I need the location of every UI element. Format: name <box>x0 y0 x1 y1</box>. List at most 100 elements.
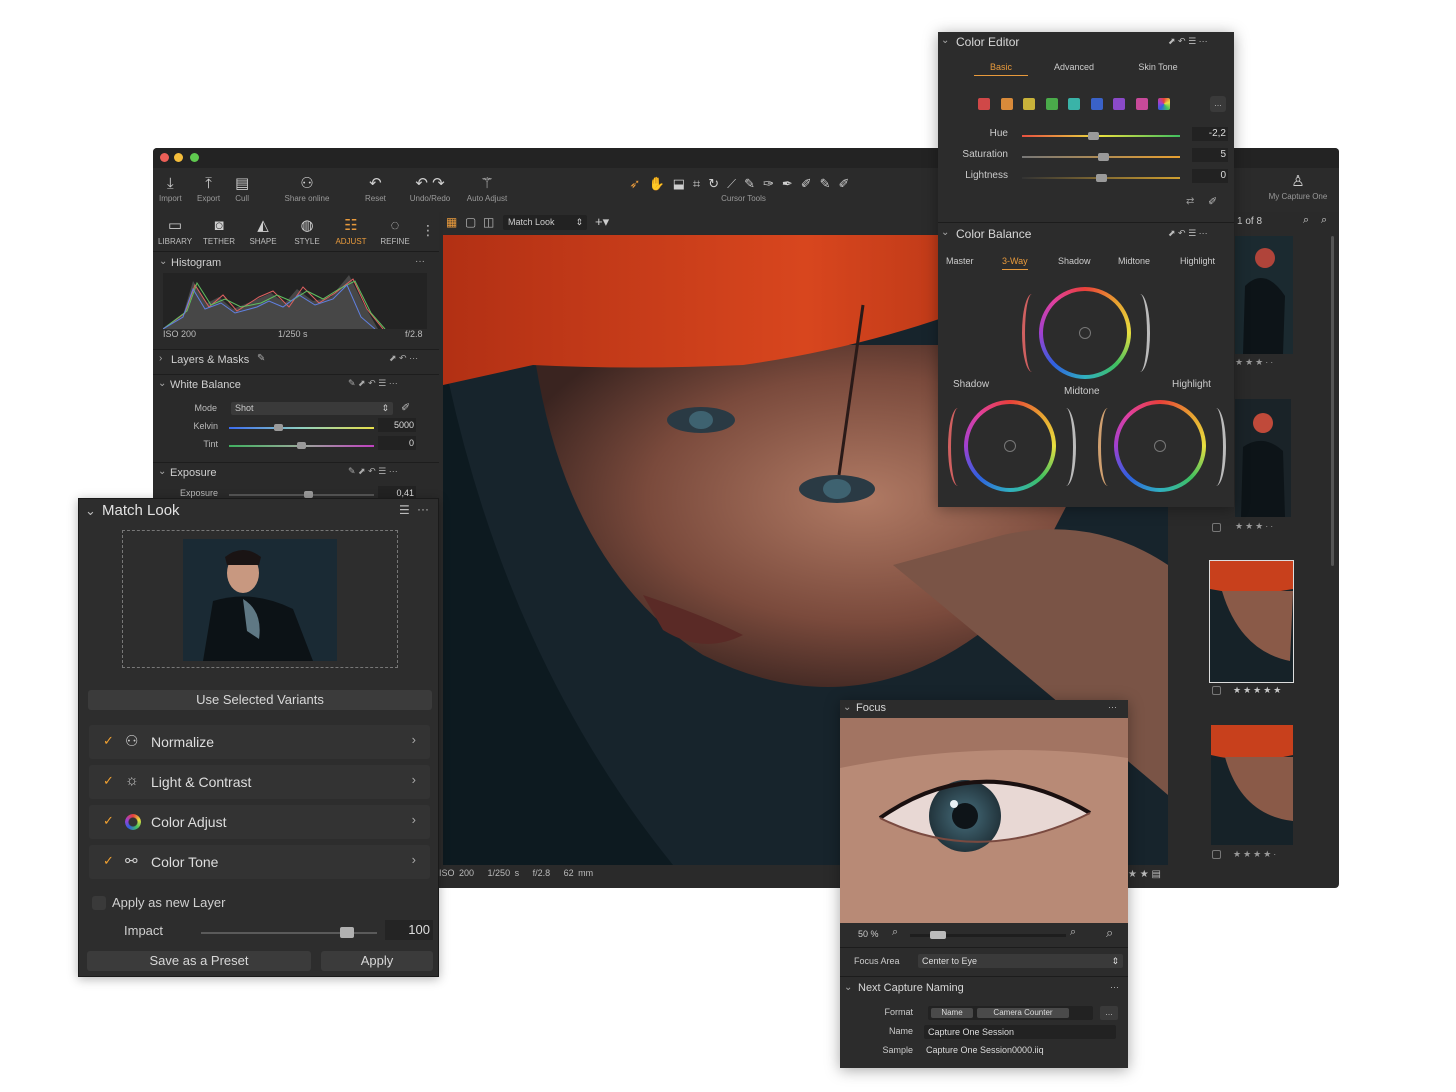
undo-redo-button[interactable]: ↶ ↷ Undo/Redo <box>405 174 455 203</box>
thumbnail-3-checkbox[interactable] <box>1212 686 1221 695</box>
auto-adjust-button[interactable]: ⚚ Auto Adjust <box>461 174 513 203</box>
thumbnail-4-rating[interactable]: ★★★★· <box>1233 849 1278 860</box>
white-balance-header[interactable]: ⌄ White Balance ✎ ⬈ ↶ ☰ ··· <box>153 374 439 394</box>
zoom-in-icon[interactable]: ⌕ <box>1070 926 1076 939</box>
shadow-arc-left[interactable] <box>948 408 968 486</box>
import-button[interactable]: ⤓ Import <box>159 174 182 203</box>
thumbnail-4[interactable] <box>1211 725 1293 845</box>
more-icon[interactable]: ··· <box>1108 702 1117 712</box>
midtone-arc-right[interactable] <box>1130 294 1150 372</box>
more-icon[interactable]: ··· <box>1110 982 1119 992</box>
kelvin-slider[interactable] <box>229 424 374 431</box>
save-preset-button[interactable]: Save as a Preset <box>87 951 311 971</box>
grid-view-icon[interactable]: ▦ <box>446 215 457 229</box>
saturation-slider[interactable] <box>1022 153 1180 161</box>
cursor-tools[interactable]: ➶✋⬓⌗↻⟋✎✑✒✐✎✐ Cursor Tools <box>571 174 916 203</box>
tab-library[interactable]: ▭ LIBRARY <box>153 215 197 246</box>
histogram-header[interactable]: ⌄ Histogram ··· <box>153 253 439 273</box>
picker-icon[interactable]: ✐ <box>401 401 410 414</box>
color-swatch-5[interactable] <box>1068 98 1080 110</box>
tint-slider[interactable] <box>229 442 374 449</box>
exposure-header[interactable]: ⌄ Exposure ✎ ⬈ ↶ ☰ ··· <box>153 462 439 482</box>
more-icon[interactable]: ··· <box>415 256 425 267</box>
lightness-value[interactable]: 0 <box>1192 169 1228 183</box>
shadow-wheel[interactable] <box>964 400 1056 492</box>
panel-actions-icon[interactable]: ✎ ⬈ ↶ ☰ ··· <box>348 466 398 477</box>
normalize-row[interactable]: ✓ ⚇ Normalize › <box>89 725 430 759</box>
brush-icon[interactable]: ✎ <box>257 353 265 364</box>
color-swatch-1[interactable] <box>978 98 990 110</box>
thumbnail-1-rating[interactable]: ★★★·· <box>1235 357 1275 368</box>
thumbnail-3-rating[interactable]: ★★★★★ <box>1233 685 1283 696</box>
apply-layer-checkbox[interactable] <box>92 896 106 910</box>
wb-mode-select[interactable]: Shot ⇕ <box>231 402 393 415</box>
shadow-handle[interactable] <box>1004 440 1016 452</box>
lightness-knob[interactable] <box>1095 174 1107 182</box>
thumbnail-4-checkbox[interactable] <box>1212 850 1221 859</box>
match-look-select[interactable]: Match Look ⇕ <box>503 215 587 230</box>
chevron-down-icon[interactable]: ⌄ <box>941 227 949 238</box>
tint-knob[interactable] <box>297 442 306 449</box>
hue-knob[interactable] <box>1088 132 1100 140</box>
format-token-name[interactable]: Name <box>931 1008 973 1018</box>
search-icon[interactable]: ⌕ <box>1303 214 1309 227</box>
chevron-down-icon[interactable]: ⌄ <box>85 503 96 519</box>
color-adjust-row[interactable]: ✓ Color Adjust › <box>89 805 430 839</box>
tab-advanced[interactable]: Advanced <box>1046 62 1102 72</box>
highlight-handle[interactable] <box>1154 440 1166 452</box>
user-button[interactable]: ♙ My Capture One <box>1263 172 1333 201</box>
tab-tether[interactable]: ◙ TETHER <box>197 215 241 246</box>
hue-value[interactable]: -2,2 <box>1192 127 1228 141</box>
apply-button[interactable]: Apply <box>321 951 433 971</box>
midtone-arc-left[interactable] <box>1022 294 1042 372</box>
share-online-button[interactable]: ⚇ Share online <box>281 174 333 203</box>
color-swatch-3[interactable] <box>1023 98 1035 110</box>
more-icon[interactable]: ··· <box>417 502 429 516</box>
reset-button[interactable]: ↶ Reset <box>365 174 386 203</box>
cull-button[interactable]: ▤ Cull <box>235 174 249 203</box>
kelvin-value[interactable]: 5000 <box>378 418 416 432</box>
color-tone-row[interactable]: ✓ ⚯ Color Tone › <box>89 845 430 879</box>
tab-highlight[interactable]: Highlight <box>1180 256 1215 266</box>
picker-icon[interactable]: ✐ <box>1208 195 1217 208</box>
midtone-wheel[interactable] <box>1039 287 1131 379</box>
chevron-down-icon[interactable]: ⌄ <box>941 35 949 46</box>
tab-style[interactable]: ◍ STYLE <box>285 215 329 246</box>
check-icon[interactable]: ✓ <box>103 813 114 829</box>
tab-skin-tone[interactable]: Skin Tone <box>1130 62 1186 72</box>
impact-slider[interactable] <box>201 927 377 938</box>
layers-masks-header[interactable]: › Layers & Masks ✎ ⬈ ↶ ··· <box>153 349 439 369</box>
exposure-knob[interactable] <box>303 491 313 498</box>
thumbnail-3-selected[interactable] <box>1209 560 1294 683</box>
hue-slider[interactable] <box>1022 132 1180 140</box>
export-button[interactable]: ⤒ Export <box>197 174 220 203</box>
tab-master[interactable]: Master <box>946 256 974 266</box>
minimize-window-button[interactable] <box>174 153 183 162</box>
tint-value[interactable]: 0 <box>378 436 416 450</box>
format-more-button[interactable]: … <box>1100 1006 1118 1020</box>
impact-value[interactable]: 100 <box>385 920 433 940</box>
color-swatch-2[interactable] <box>1000 98 1013 110</box>
check-icon[interactable]: ✓ <box>103 853 114 869</box>
tab-shadow[interactable]: Shadow <box>1058 256 1091 266</box>
impact-knob[interactable] <box>340 927 355 938</box>
all-colors-swatch[interactable] <box>1158 98 1170 110</box>
tab-shape[interactable]: ◭ SHAPE <box>241 215 285 246</box>
search-icon[interactable]: ⌕ <box>1106 925 1113 941</box>
more-swatches-button[interactable]: … <box>1210 96 1226 112</box>
saturation-value[interactable]: 5 <box>1192 148 1228 162</box>
saturation-knob[interactable] <box>1098 153 1110 161</box>
reference-drop-zone[interactable] <box>122 530 398 668</box>
close-window-button[interactable] <box>160 153 169 162</box>
viewer-footer-icons[interactable]: ★ ★ ▤ <box>1128 869 1161 880</box>
single-view-icon[interactable]: ▢ <box>465 215 476 229</box>
tab-refine[interactable]: ◌ REFINE <box>373 215 417 246</box>
panel-actions-icon[interactable]: ⬈ ↶ ☰ ··· <box>1168 228 1208 239</box>
thumbnail-2[interactable] <box>1235 399 1291 517</box>
use-selected-variants-button[interactable]: Use Selected Variants <box>88 690 432 710</box>
panel-actions-icon[interactable]: ⬈ ↶ ··· <box>389 353 418 364</box>
zoom-icon[interactable]: ⌕ <box>1321 214 1327 227</box>
kelvin-knob[interactable] <box>273 424 283 431</box>
zoom-out-icon[interactable]: ⌕ <box>892 926 898 939</box>
more-tabs-icon[interactable]: ⋮ <box>421 222 435 239</box>
